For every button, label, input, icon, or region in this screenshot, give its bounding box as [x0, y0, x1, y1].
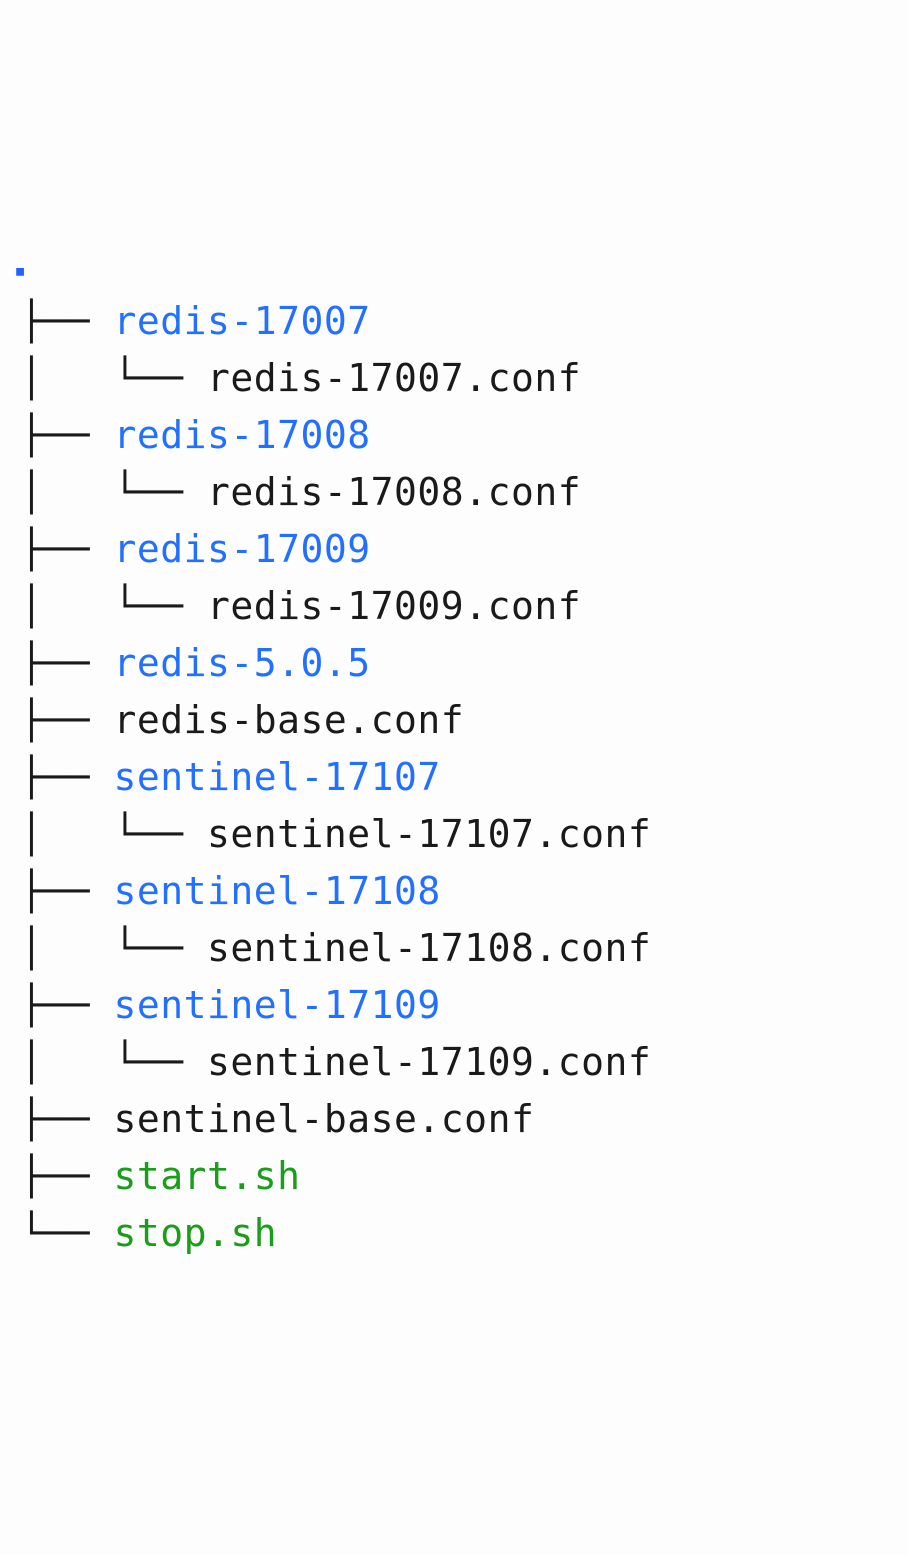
- tree-row: │ └── redis-17008.conf: [20, 464, 900, 521]
- directory-name: sentinel-17108: [114, 869, 441, 913]
- tree-row: │ └── sentinel-17108.conf: [20, 920, 900, 977]
- tree-row: │ └── redis-17007.conf: [20, 350, 900, 407]
- directory-name: sentinel-17109: [114, 983, 441, 1027]
- tree-row: ├── redis-17007: [20, 293, 900, 350]
- tree-row: │ └── redis-17009.conf: [20, 578, 900, 635]
- branch-glyph: ├──: [20, 527, 114, 571]
- tree-row: ├── sentinel-17108: [20, 863, 900, 920]
- tree-row: ├── start.sh: [20, 1148, 900, 1205]
- branch-glyph: │ └──: [20, 470, 207, 514]
- branch-glyph: ├──: [20, 869, 114, 913]
- branch-glyph: ├──: [20, 641, 114, 685]
- branch-glyph: ├──: [20, 983, 114, 1027]
- file-name: redis-17008.conf: [207, 470, 581, 514]
- branch-glyph: ├──: [20, 755, 114, 799]
- branch-glyph: ├──: [20, 1154, 114, 1198]
- tree-row: ├── redis-base.conf: [20, 692, 900, 749]
- file-name: redis-17007.conf: [207, 356, 581, 400]
- branch-glyph: │ └──: [20, 812, 207, 856]
- branch-glyph: │ └──: [20, 356, 207, 400]
- branch-glyph: ├──: [20, 413, 114, 457]
- directory-name: redis-17009: [114, 527, 371, 571]
- executable-name: stop.sh: [114, 1211, 278, 1255]
- tree-row: ├── sentinel-17107: [20, 749, 900, 806]
- directory-name: redis-5.0.5: [114, 641, 371, 685]
- file-name: redis-base.conf: [114, 698, 465, 742]
- root-dot-icon: ▪: [14, 260, 26, 280]
- file-name: sentinel-17107.conf: [207, 812, 651, 856]
- directory-name: sentinel-17107: [114, 755, 441, 799]
- tree-row: ├── redis-17009: [20, 521, 900, 578]
- directory-tree: ├── redis-17007│ └── redis-17007.conf├──…: [20, 293, 900, 1262]
- file-name: sentinel-17108.conf: [207, 926, 651, 970]
- tree-row: │ └── sentinel-17107.conf: [20, 806, 900, 863]
- tree-row: ├── redis-5.0.5: [20, 635, 900, 692]
- branch-glyph: │ └──: [20, 1040, 207, 1084]
- tree-row: ├── sentinel-17109: [20, 977, 900, 1034]
- tree-row: ├── redis-17008: [20, 407, 900, 464]
- tree-row: └── stop.sh: [20, 1205, 900, 1262]
- directory-name: redis-17008: [114, 413, 371, 457]
- file-name: redis-17009.conf: [207, 584, 581, 628]
- directory-name: redis-17007: [114, 299, 371, 343]
- branch-glyph: ├──: [20, 1097, 114, 1141]
- tree-row: ├── sentinel-base.conf: [20, 1091, 900, 1148]
- file-name: sentinel-base.conf: [114, 1097, 535, 1141]
- executable-name: start.sh: [114, 1154, 301, 1198]
- file-name: sentinel-17109.conf: [207, 1040, 651, 1084]
- branch-glyph: ├──: [20, 299, 114, 343]
- branch-glyph: │ └──: [20, 926, 207, 970]
- branch-glyph: ├──: [20, 698, 114, 742]
- branch-glyph: │ └──: [20, 584, 207, 628]
- branch-glyph: └──: [20, 1211, 114, 1255]
- tree-row: │ └── sentinel-17109.conf: [20, 1034, 900, 1091]
